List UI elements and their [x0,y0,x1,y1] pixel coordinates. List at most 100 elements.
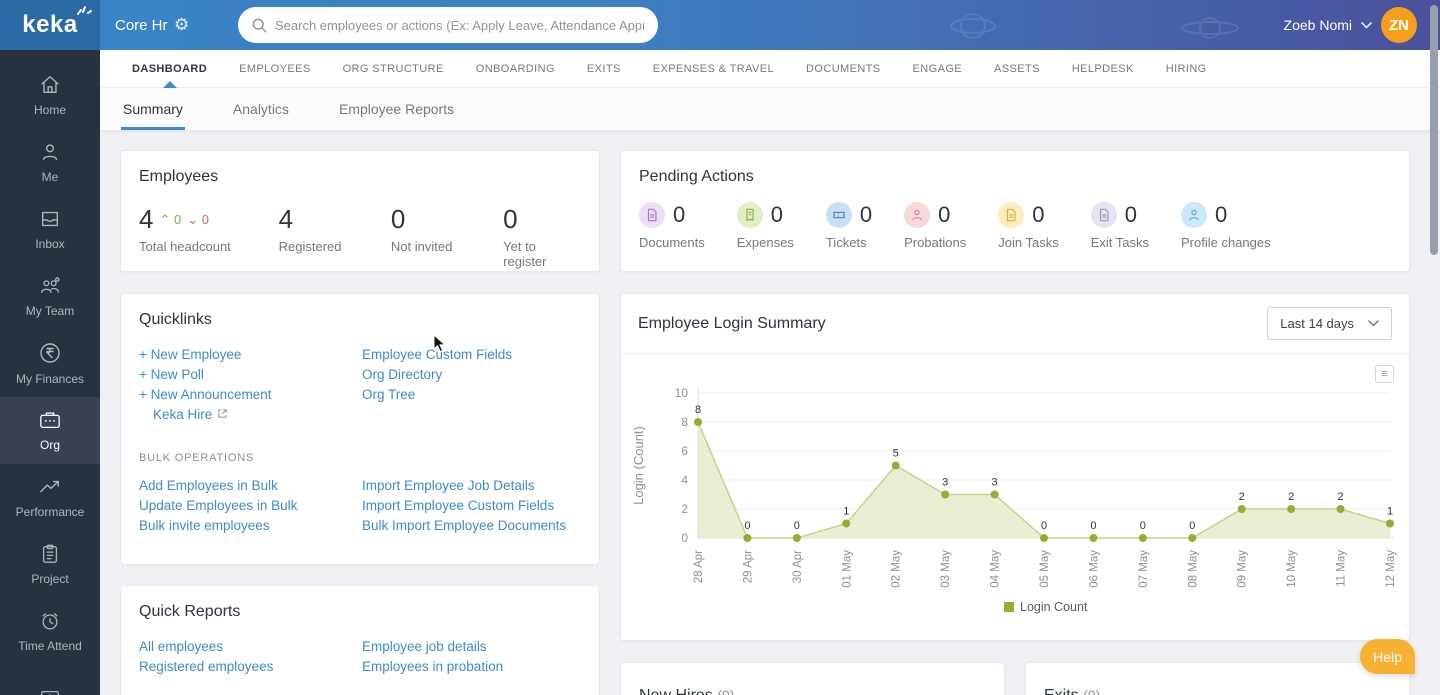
nav-tab-exits[interactable]: EXITS [571,50,637,88]
svg-text:0: 0 [1140,520,1146,532]
link-all-employees[interactable]: All employees [139,637,362,657]
link-new-announcement[interactable]: + New Announcement [139,385,362,405]
link-import-employee-custom-fields[interactable]: Import Employee Custom Fields [362,496,581,516]
sidebar-item-performance[interactable]: Performance [0,464,100,531]
sidebar-item-psa[interactable] [0,665,100,695]
svg-text:2: 2 [1288,491,1294,503]
quicklinks-col1: + New Employee + New Poll + New Announceme… [139,345,362,426]
nav-tab-engage[interactable]: ENGAGE [897,50,978,88]
scrollbar-thumb[interactable] [1430,5,1438,255]
svg-text:0: 0 [1041,520,1047,532]
nav-tab-assets[interactable]: ASSETS [978,50,1056,88]
sidebar-item-my-team[interactable]: My Team [0,263,100,330]
link-org-directory[interactable]: Org Directory [362,365,581,385]
svg-text:6: 6 [681,444,688,458]
pending-label: Exit Tasks [1090,235,1149,250]
svg-text:4: 4 [681,473,688,487]
clipboard-icon [39,543,61,565]
nav-tab-expenses-travel[interactable]: EXPENSES & TRAVEL [637,50,790,88]
link-employee-custom-fields[interactable]: Employee Custom Fields [362,345,581,365]
new-hires-title: New Hires [639,687,713,695]
svg-text:Login (Count): Login (Count) [631,426,646,505]
pending-count: 0 [770,202,783,227]
link-import-employee-job-details[interactable]: Import Employee Job Details [362,476,581,496]
link-new-poll[interactable]: + New Poll [139,365,362,385]
pending-profile-changes[interactable]: 0 Profile changes [1181,202,1271,250]
sidebar-item-label: Performance [15,505,85,519]
sidebar-item-label: Org [39,438,60,452]
quicklinks-col2: Employee Custom Fields Org Directory Org T… [362,345,581,426]
sidebar-item-my-finances[interactable]: My Finances [0,330,100,397]
top-bar: keka Core Hr ⚙ Zoeb Nomi ZN [0,0,1440,50]
pending-exit-tasks[interactable]: 0 Exit Tasks [1090,202,1149,250]
link-bulk-import-employee-documents[interactable]: Bulk Import Employee Documents [362,516,581,536]
chevron-down-icon [1361,21,1372,29]
global-search[interactable] [238,7,658,43]
link-add-employees-in-bulk[interactable]: Add Employees in Bulk [139,476,362,496]
settings-gear-icon[interactable]: ⚙ [174,0,189,50]
link-keka-hire[interactable]: Keka Hire [139,405,362,426]
svg-text:8: 8 [695,404,701,416]
pending-tickets[interactable]: 0 Tickets [825,202,873,250]
nav-tab-hiring[interactable]: HIRING [1150,50,1223,88]
keka-logo[interactable]: keka [0,0,100,50]
help-button[interactable]: Help [1360,639,1415,674]
link-employee-job-details[interactable]: Employee job details [362,637,581,657]
svg-text:0: 0 [1189,520,1195,532]
increase-arrow-icon: ⌃ 0 [159,211,182,227]
nav-tab-onboarding[interactable]: ONBOARDING [460,50,571,88]
pending-count: 0 [859,202,873,227]
subtab-analytics[interactable]: Analytics [231,101,291,130]
nav-tab-employees[interactable]: EMPLOYEES [223,50,326,88]
logo-spark-icon [76,6,92,15]
sidebar-item-org[interactable]: Org [0,397,100,464]
receipt-icon [736,202,763,228]
nav-tab-documents[interactable]: DOCUMENTS [790,50,897,88]
sidebar: Home Me Inbox My Team My Finances Org Performa… [0,50,100,695]
link-org-tree[interactable]: Org Tree [362,385,581,405]
sidebar-item-time-attend[interactable]: Time Attend [0,598,100,665]
svg-text:2: 2 [1239,491,1245,503]
svg-text:0: 0 [744,520,750,532]
date-range-dropdown[interactable]: Last 14 days [1267,307,1392,340]
svg-text:3: 3 [942,477,948,489]
sidebar-item-project[interactable]: Project [0,531,100,598]
link-bulk-invite-employees[interactable]: Bulk invite employees [139,516,362,536]
pending-join-tasks[interactable]: 0 Join Tasks [998,202,1059,250]
rupee-icon [38,341,62,365]
link-employees-in-probation[interactable]: Employees in probation [362,657,581,677]
date-range-value: Last 14 days [1280,316,1354,331]
stat-value: 4 [139,204,154,234]
chart-menu-icon[interactable]: ≡ [1375,365,1394,383]
avatar[interactable]: ZN [1381,7,1417,43]
link-update-employees-in-bulk[interactable]: Update Employees in Bulk [139,496,362,516]
svg-text:06 May: 06 May [1088,550,1100,588]
nav-tab-org-structure[interactable]: ORG STRUCTURE [327,50,460,88]
pending-probations[interactable]: 0 Probations [904,202,966,250]
sidebar-item-me[interactable]: Me [0,129,100,196]
svg-text:2: 2 [1338,491,1344,503]
bulk-operations-label: BULK OPERATIONS [139,452,255,464]
nav-tab-dashboard[interactable]: DASHBOARD [116,50,223,88]
document-icon [998,202,1025,228]
pending-expenses[interactable]: 0 Expenses [736,202,794,250]
decrease-arrow-icon: ⌄ 0 [187,211,209,227]
link-registered-employees[interactable]: Registered employees [139,657,362,677]
stat-label: Yet to register [503,239,547,269]
inbox-icon [39,208,61,230]
pending-documents[interactable]: 0 Documents [639,202,705,250]
svg-text:05 May: 05 May [1039,550,1051,588]
user-menu[interactable]: Zoeb Nomi ZN [1284,0,1417,50]
sidebar-item-label: My Finances [15,372,85,386]
sidebar-item-home[interactable]: Home [0,62,100,129]
subtab-summary[interactable]: Summary [121,101,185,130]
subtab-employee-reports[interactable]: Employee Reports [337,101,456,130]
link-new-employee[interactable]: + New Employee [139,345,362,365]
svg-text:5: 5 [893,448,899,460]
svg-text:0: 0 [1090,520,1096,532]
nav-tab-helpdesk[interactable]: HELPDESK [1056,50,1150,88]
pending-label: Tickets [825,235,867,250]
search-input[interactable] [275,17,644,33]
sidebar-item-inbox[interactable]: Inbox [0,196,100,263]
document-icon [1090,202,1117,228]
